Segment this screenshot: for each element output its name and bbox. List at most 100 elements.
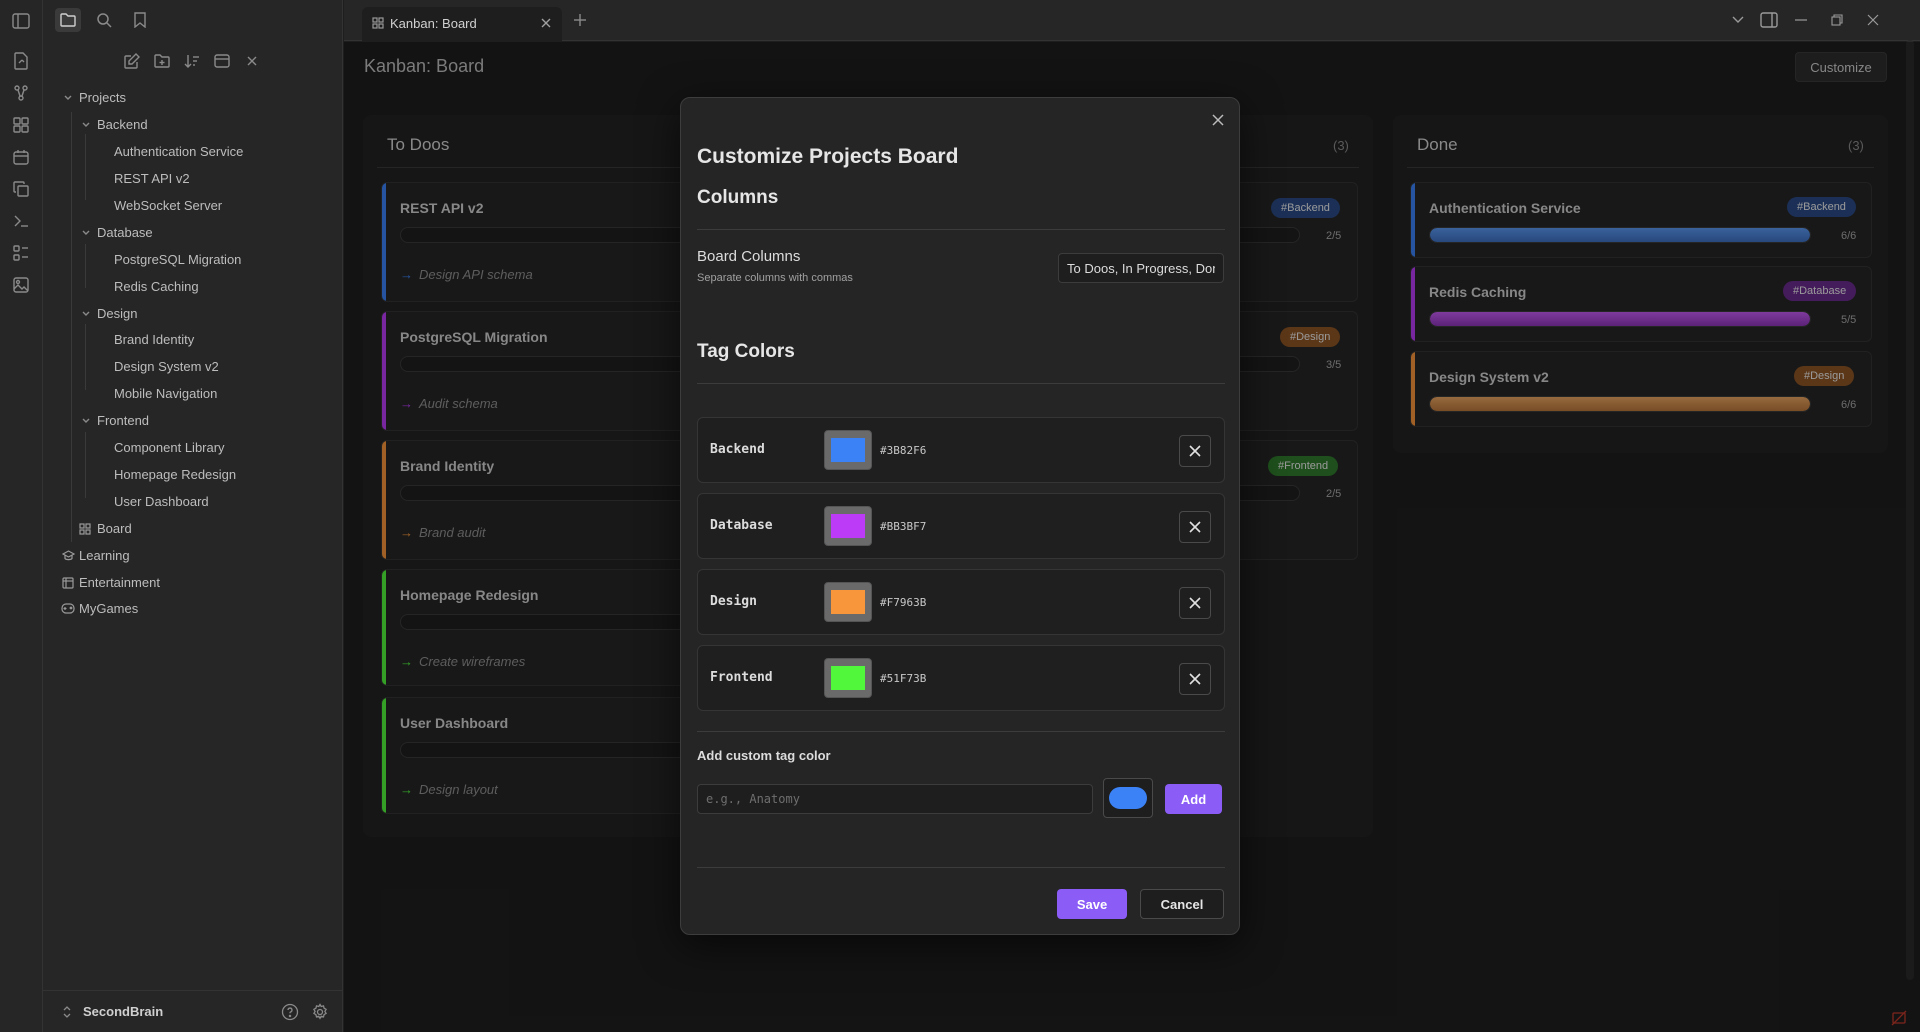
- cancel-button[interactable]: Cancel: [1140, 889, 1224, 919]
- tab-bar: Kanban: Board: [344, 0, 1920, 41]
- hex-value: #3B82F6: [880, 444, 927, 457]
- minimize-icon[interactable]: [1790, 10, 1812, 30]
- tree-guide: [85, 324, 86, 390]
- divider: [697, 731, 1225, 732]
- toggle-right-sidebar-icon[interactable]: [1758, 10, 1780, 30]
- color-swatch[interactable]: [824, 430, 872, 470]
- restore-icon[interactable]: [1826, 10, 1848, 30]
- terminal-icon[interactable]: [10, 210, 32, 232]
- tree-label: Brand Identity: [114, 332, 195, 347]
- tree-label: PostgreSQL Migration: [114, 252, 242, 267]
- board-columns-input[interactable]: [1058, 253, 1224, 283]
- collapse-all-icon[interactable]: [241, 50, 263, 72]
- tag-color-row-database: Database #BB3BF7: [697, 493, 1225, 559]
- tree-label: Component Library: [114, 440, 225, 455]
- close-icon: [1189, 445, 1201, 457]
- add-custom-heading: Add custom tag color: [697, 748, 831, 763]
- tree-label: Backend: [97, 117, 148, 132]
- hex-value: #F7963B: [880, 596, 927, 609]
- copy-icon[interactable]: [10, 178, 32, 200]
- chevron-down-icon: [82, 311, 90, 316]
- close-window-icon[interactable]: [1862, 10, 1884, 30]
- new-folder-icon[interactable]: [151, 50, 173, 72]
- tree-label: WebSocket Server: [114, 198, 223, 213]
- chevron-updown-icon: [63, 1006, 71, 1018]
- remove-tag-button[interactable]: [1179, 511, 1211, 543]
- tab-list-chevron-icon[interactable]: [1727, 10, 1749, 30]
- tree-label: Frontend: [97, 413, 150, 428]
- color-swatch[interactable]: [824, 506, 872, 546]
- calendar-icon[interactable]: [10, 146, 32, 168]
- chevron-down-icon: [82, 418, 90, 423]
- hex-value: #51F73B: [880, 672, 927, 685]
- modal-title: Customize Projects Board: [697, 145, 959, 168]
- tree-label: Authentication Service: [114, 144, 244, 159]
- columns-heading: Columns: [697, 187, 779, 208]
- collapse-view-icon[interactable]: [211, 50, 233, 72]
- new-note-icon[interactable]: [121, 50, 143, 72]
- tree-label: MyGames: [79, 601, 139, 616]
- board-icon: [79, 523, 91, 535]
- color-picker[interactable]: [1103, 778, 1153, 818]
- tree-label: Design System v2: [114, 359, 219, 374]
- hex-value: #BB3BF7: [880, 520, 927, 533]
- canvas-icon[interactable]: [10, 114, 32, 136]
- tab-label: Kanban: Board: [390, 16, 477, 31]
- modal-close-icon[interactable]: [1208, 110, 1228, 130]
- toggle-sidebar-icon[interactable]: [10, 10, 32, 32]
- tree-label: Design: [97, 306, 138, 321]
- save-button[interactable]: Save: [1057, 889, 1127, 919]
- image-icon[interactable]: [10, 274, 32, 296]
- board-columns-desc: Separate columns with commas: [697, 272, 853, 284]
- sidebar: Projects Backend Authentication Service …: [43, 0, 343, 1032]
- board-columns-label: Board Columns: [697, 248, 801, 265]
- custom-tag-input[interactable]: [697, 784, 1093, 814]
- search-icon[interactable]: [91, 8, 117, 32]
- tag-color-row-design: Design #F7963B: [697, 569, 1225, 635]
- add-button[interactable]: Add: [1165, 784, 1222, 814]
- tree-label: User Dashboard: [114, 494, 209, 509]
- customize-board-modal: Customize Projects Board Columns Board C…: [680, 97, 1240, 935]
- graph-icon[interactable]: [10, 82, 32, 104]
- color-swatch[interactable]: [824, 658, 872, 698]
- sort-icon[interactable]: [181, 50, 203, 72]
- board-icon: [372, 17, 384, 29]
- ticket-icon: [62, 577, 74, 589]
- bookmark-icon[interactable]: [127, 8, 153, 32]
- chevron-down-icon: [82, 230, 90, 235]
- list-grid-icon[interactable]: [10, 242, 32, 264]
- files-tab-icon[interactable]: [55, 8, 81, 32]
- tree-label: Database: [97, 225, 153, 240]
- divider: [697, 867, 1225, 868]
- tree-label: Entertainment: [79, 575, 160, 590]
- tab-kanban-board[interactable]: Kanban: Board: [362, 7, 562, 41]
- divider: [697, 229, 1225, 230]
- tag-name: Design: [710, 594, 757, 609]
- tree-label: REST API v2: [114, 171, 190, 186]
- tag-color-row-backend: Backend #3B82F6: [697, 417, 1225, 483]
- tag-name: Database: [710, 518, 773, 533]
- color-swatch[interactable]: [824, 582, 872, 622]
- remove-tag-button[interactable]: [1179, 587, 1211, 619]
- chevron-down-icon: [64, 95, 72, 100]
- divider: [697, 383, 1225, 384]
- tree-label: Mobile Navigation: [114, 386, 218, 401]
- new-note-icon[interactable]: [10, 50, 32, 72]
- new-tab-plus-icon[interactable]: [572, 12, 588, 28]
- chevron-down-icon: [82, 122, 90, 127]
- tree-guide: [71, 112, 72, 542]
- tag-color-row-frontend: Frontend #51F73B: [697, 645, 1225, 711]
- tree-label: Learning: [79, 548, 130, 563]
- remove-tag-button[interactable]: [1179, 435, 1211, 467]
- tag-colors-heading: Tag Colors: [697, 341, 795, 362]
- settings-gear-icon[interactable]: [311, 1003, 329, 1021]
- tree-guide: [85, 432, 86, 498]
- close-tab-icon[interactable]: [538, 15, 554, 31]
- gamepad-icon: [61, 603, 75, 614]
- tree-label: Redis Caching: [114, 279, 199, 294]
- help-icon[interactable]: [281, 1003, 299, 1021]
- tree-guide: [85, 134, 86, 200]
- vault-switcher[interactable]: SecondBrain: [43, 990, 343, 1032]
- remove-tag-button[interactable]: [1179, 663, 1211, 695]
- close-icon: [1189, 597, 1201, 609]
